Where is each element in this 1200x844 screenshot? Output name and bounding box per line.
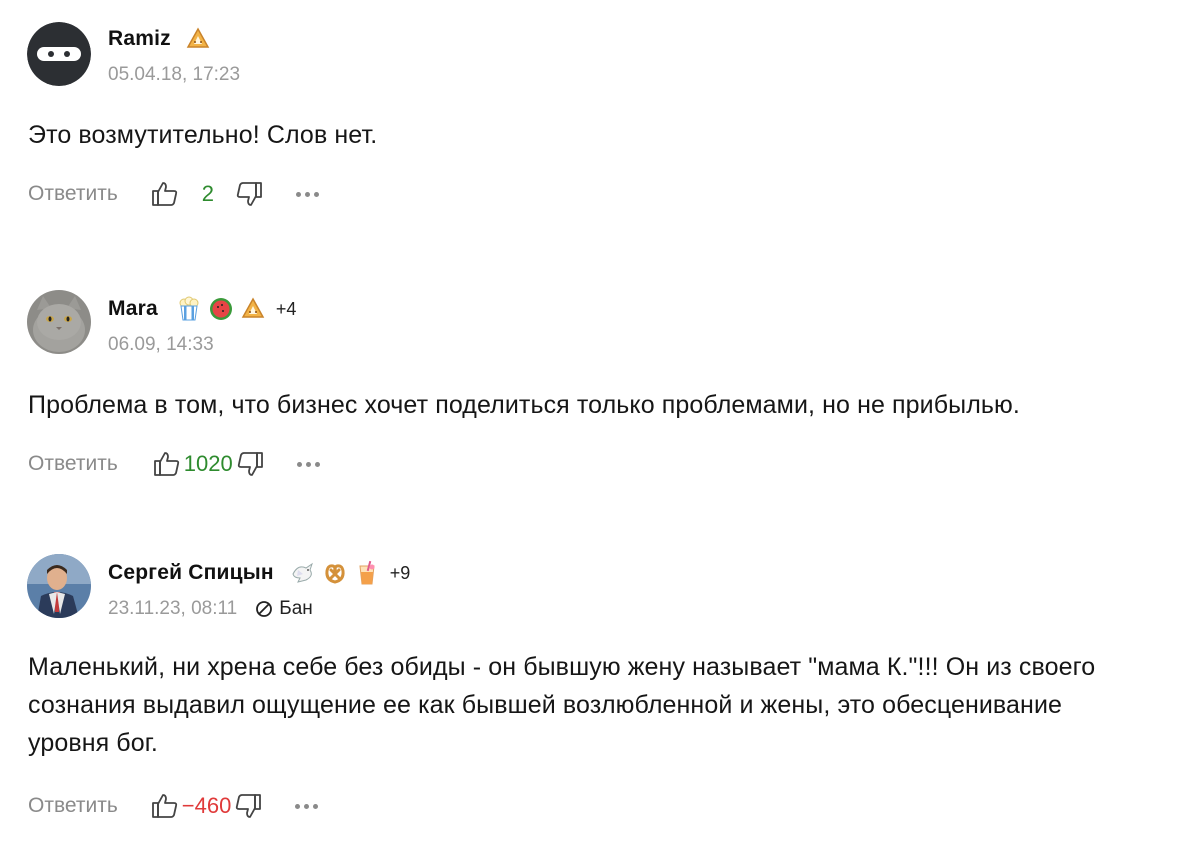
score: −460 [181, 793, 232, 818]
avatar[interactable] [27, 22, 91, 86]
thumbs-down-icon[interactable] [234, 179, 264, 209]
popcorn-badge-icon[interactable] [176, 296, 202, 322]
comment-date: 06.09, 14:33 [108, 334, 214, 355]
extra-badges-count[interactable]: +4 [276, 299, 297, 320]
cat-avatar-icon [27, 290, 91, 354]
thumbs-up-icon[interactable] [152, 449, 182, 479]
ban-label: Бан [279, 598, 313, 619]
comment: Mara +4 06.09, 14:33 Проблема в том, что… [0, 270, 1200, 520]
person-avatar-icon [27, 554, 91, 618]
author-line: Ramiz [108, 24, 211, 54]
comment-date: 05.04.18, 17:23 [108, 64, 241, 85]
reply-button[interactable]: Ответить [28, 452, 118, 476]
dot-icon [296, 461, 302, 467]
score: 2 [201, 181, 215, 206]
comment-meta: 06.09, 14:33 [108, 332, 214, 358]
dot-icon [314, 461, 320, 467]
comment: Ramiz 05.04.18, 17:23 Это возмутительно!… [0, 0, 1200, 260]
ninja-avatar-icon [27, 22, 91, 86]
score: 1020 [183, 451, 233, 476]
author-line: Сергей Спицын +9 [108, 558, 410, 588]
badges [185, 26, 211, 52]
extra-badges-count[interactable]: +9 [390, 563, 411, 584]
ban-status: Бан [255, 598, 313, 620]
dot-icon [305, 191, 311, 197]
thumbs-up-icon[interactable] [150, 791, 180, 821]
bagel-badge-icon[interactable] [240, 296, 266, 322]
comment-actions: Ответить 1020 [28, 444, 320, 484]
more-options-button[interactable] [296, 179, 320, 209]
dot-icon [313, 803, 319, 809]
badges: +4 [176, 296, 297, 322]
drink-badge-icon[interactable] [354, 560, 380, 586]
thumbs-up-icon[interactable] [150, 179, 180, 209]
author-name[interactable]: Сергей Спицын [108, 561, 274, 585]
comment-text: Маленький, ни хрена себе без обиды - он … [28, 653, 1096, 757]
avatar[interactable] [27, 290, 91, 354]
thumbs-down-icon[interactable] [233, 791, 263, 821]
author-name[interactable]: Mara [108, 297, 158, 321]
more-options-button[interactable] [296, 449, 320, 479]
comment-text: Это возмутительно! Слов нет. [28, 121, 378, 149]
ban-icon [255, 600, 273, 618]
dot-icon [304, 803, 310, 809]
badges: +9 [290, 560, 411, 586]
dot-icon [305, 461, 311, 467]
reply-button[interactable]: Ответить [28, 794, 118, 818]
reply-button[interactable]: Ответить [28, 182, 118, 206]
pretzel-badge-icon[interactable] [322, 560, 348, 586]
comment-text: Проблема в том, что бизнес хочет поделит… [28, 391, 1020, 419]
author-line: Mara +4 [108, 294, 296, 324]
more-options-button[interactable] [295, 791, 319, 821]
dot-icon [314, 191, 320, 197]
dot-icon [296, 191, 302, 197]
comment-meta: 05.04.18, 17:23 [108, 62, 240, 88]
author-name[interactable]: Ramiz [108, 27, 171, 51]
bagel-badge-icon[interactable] [185, 26, 211, 52]
avatar[interactable] [27, 554, 91, 618]
comment: Сергей Спицын +9 23.11.23, 08:11 Бан Мал… [0, 534, 1200, 844]
comment-actions: Ответить −460 [28, 786, 319, 826]
comment-actions: Ответить 2 [28, 174, 320, 214]
dove-badge-icon[interactable] [290, 560, 316, 586]
thumbs-down-icon[interactable] [235, 449, 265, 479]
comment-meta: 23.11.23, 08:11 Бан [108, 596, 313, 622]
comment-date: 23.11.23, 08:11 [108, 598, 238, 619]
dot-icon [295, 803, 301, 809]
watermelon-badge-icon[interactable] [208, 296, 234, 322]
